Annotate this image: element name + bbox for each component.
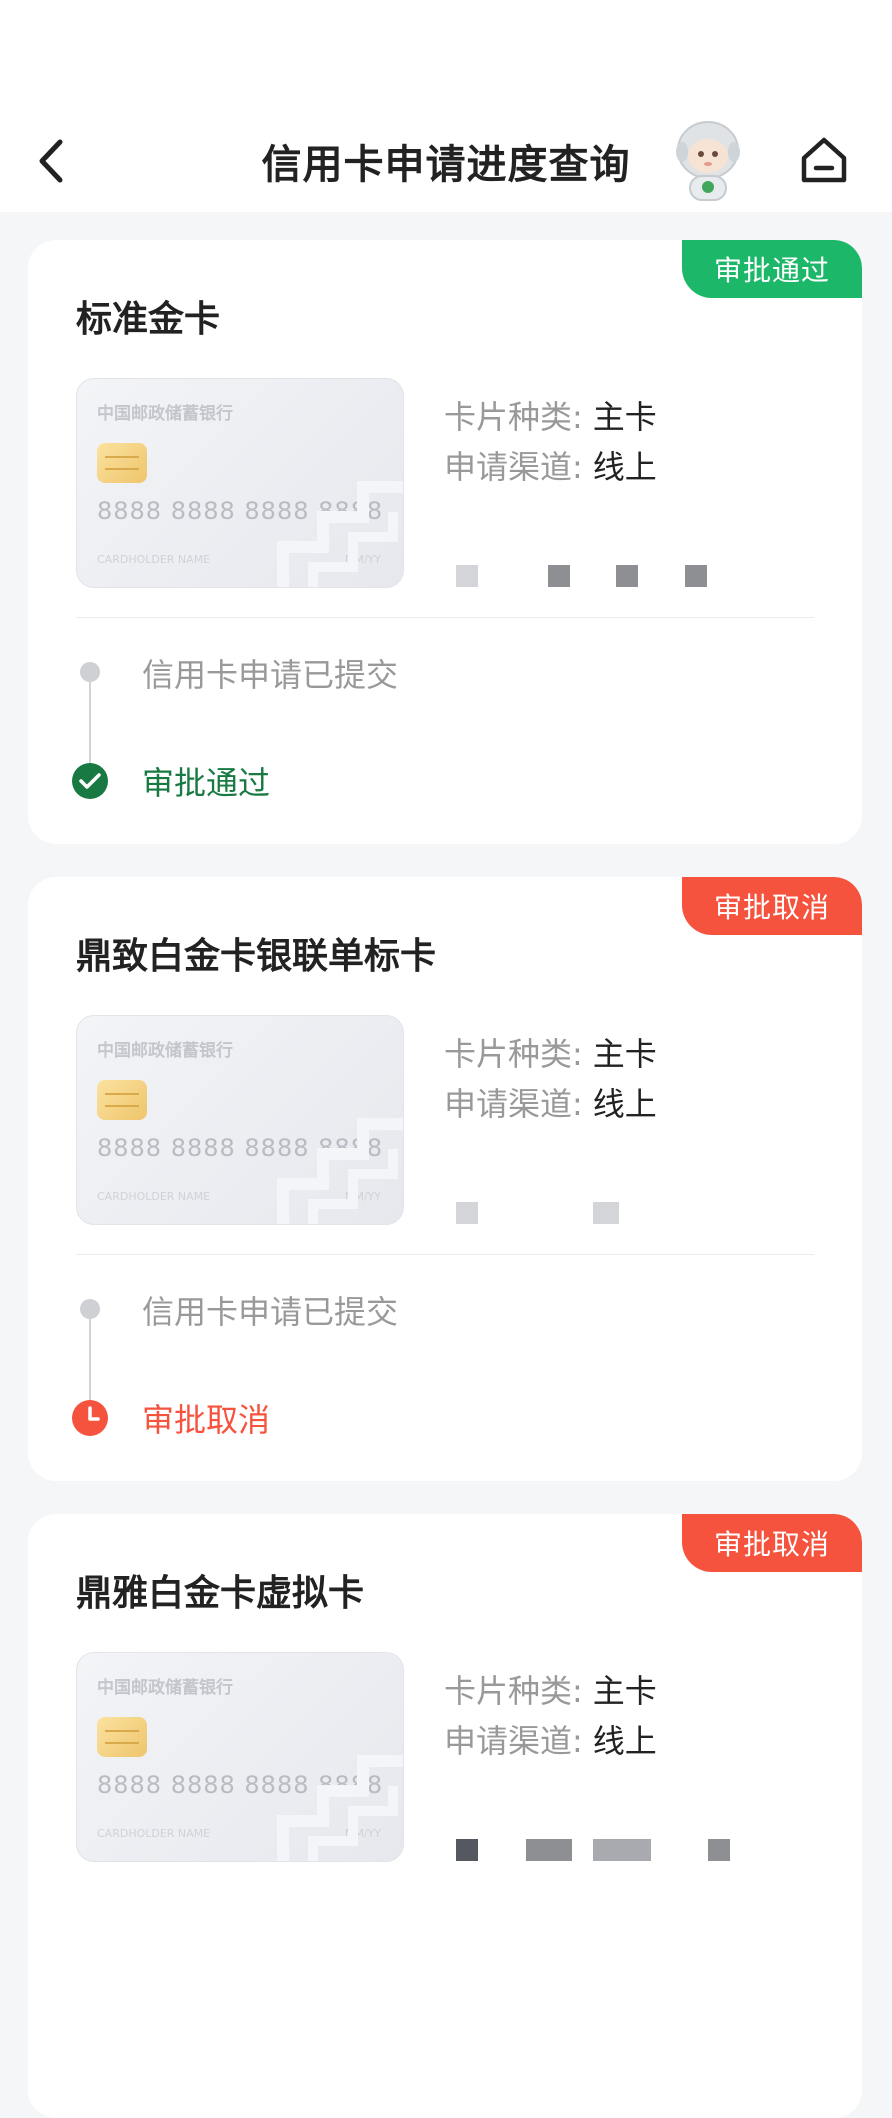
application-card[interactable]: 审批取消 鼎雅白金卡虚拟卡 中国邮政储蓄银行 8888 8888 8888 88…	[28, 1514, 862, 2118]
cardholder-name: CARDHOLDER NAME	[97, 553, 211, 566]
top-bar: 信用卡申请进度查询	[0, 0, 892, 212]
card-image: 中国邮政储蓄银行 8888 8888 8888 8888 CARDHOLDER …	[76, 1015, 404, 1225]
timeline-dot	[80, 662, 100, 682]
page-title: 信用卡申请进度查询	[261, 142, 631, 188]
card-type-row: 卡片种类: 主卡	[444, 1029, 657, 1075]
card-name: 鼎致白金卡银联单标卡	[76, 936, 437, 977]
channel-value: 线上	[592, 1722, 657, 1760]
application-card[interactable]: 审批通过 标准金卡 中国邮政储蓄银行 8888 8888 8888 8888 C…	[28, 240, 862, 844]
card-type-value: 主卡	[592, 1035, 657, 1073]
divider	[76, 617, 814, 618]
timeline-step-result: 审批通过	[142, 764, 271, 802]
cardholder-name: CARDHOLDER NAME	[97, 1827, 211, 1840]
card-pattern	[277, 1118, 403, 1224]
check-circle-icon	[72, 763, 108, 799]
channel-label: 申请渠道:	[444, 448, 583, 486]
card-type-row: 卡片种类: 主卡	[444, 1666, 657, 1712]
card-type-label: 卡片种类:	[444, 1672, 583, 1710]
channel-row: 申请渠道: 线上	[444, 1716, 657, 1762]
channel-value: 线上	[592, 448, 657, 486]
card-pattern	[277, 1755, 403, 1861]
card-type-label: 卡片种类:	[444, 1035, 583, 1073]
card-type-value: 主卡	[592, 398, 657, 436]
divider	[76, 1254, 814, 1255]
home-button[interactable]	[796, 132, 852, 188]
timeline-step-result: 审批取消	[142, 1401, 271, 1439]
home-icon	[801, 137, 847, 183]
timeline-step-submitted: 信用卡申请已提交	[142, 656, 399, 694]
card-type-row: 卡片种类: 主卡	[444, 392, 657, 438]
clock-icon	[72, 1400, 108, 1436]
bank-name: 中国邮政储蓄银行	[97, 1041, 233, 1061]
bank-name: 中国邮政储蓄银行	[97, 404, 233, 424]
assistant-robot-icon[interactable]	[668, 116, 748, 206]
card-pattern	[277, 481, 403, 587]
status-badge: 审批取消	[682, 1514, 862, 1572]
timeline-dot	[80, 1299, 100, 1319]
chip-icon	[97, 1080, 147, 1120]
card-type-value: 主卡	[592, 1672, 657, 1710]
channel-value: 线上	[592, 1085, 657, 1123]
chip-icon	[97, 443, 147, 483]
card-image: 中国邮政储蓄银行 8888 8888 8888 8888 CARDHOLDER …	[76, 378, 404, 588]
cardholder-name: CARDHOLDER NAME	[97, 1190, 211, 1203]
status-badge: 审批通过	[682, 240, 862, 298]
channel-row: 申请渠道: 线上	[444, 1079, 657, 1125]
chip-icon	[97, 1717, 147, 1757]
card-image: 中国邮政储蓄银行 8888 8888 8888 8888 CARDHOLDER …	[76, 1652, 404, 1862]
card-type-label: 卡片种类:	[444, 398, 583, 436]
timeline-line	[89, 1319, 91, 1407]
application-card[interactable]: 审批取消 鼎致白金卡银联单标卡 中国邮政储蓄银行 8888 8888 8888 …	[28, 877, 862, 1481]
bank-name: 中国邮政储蓄银行	[97, 1678, 233, 1698]
card-name: 标准金卡	[76, 299, 221, 340]
channel-row: 申请渠道: 线上	[444, 442, 657, 488]
channel-label: 申请渠道:	[444, 1085, 583, 1123]
channel-label: 申请渠道:	[444, 1722, 583, 1760]
status-badge: 审批取消	[682, 877, 862, 935]
timeline-line	[89, 682, 91, 770]
timeline-step-submitted: 信用卡申请已提交	[142, 1293, 399, 1331]
card-name: 鼎雅白金卡虚拟卡	[76, 1573, 365, 1614]
